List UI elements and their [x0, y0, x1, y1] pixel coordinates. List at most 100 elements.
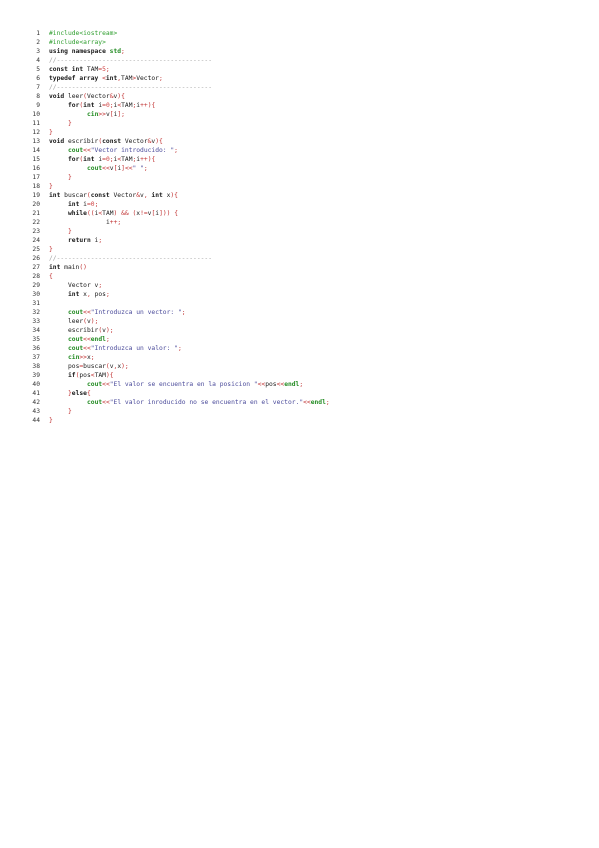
code-token: ; — [94, 201, 99, 208]
code-token: //--------------------------------------… — [49, 57, 213, 64]
code-token: escribir — [67, 138, 99, 145]
line-number: 8 — [36, 93, 40, 100]
code-token: << — [102, 399, 110, 406]
line-number: 43 — [32, 408, 40, 415]
line-number: 11 — [32, 120, 40, 127]
code-token: TAM — [121, 75, 133, 82]
code-token: typedef array — [49, 75, 103, 82]
code-token: cout — [68, 336, 84, 343]
code-token: "El valor inroducido no se encuentra en … — [109, 399, 304, 406]
code-token: << — [83, 345, 91, 352]
code-token: int — [68, 201, 84, 208]
code-token: pos — [265, 381, 277, 388]
line-number: 16 — [32, 165, 40, 172]
code-text: #include<iostream> — [49, 29, 117, 38]
line-number: 27 — [32, 264, 40, 271]
code-token: const — [102, 138, 125, 145]
code-line: 34 escribir(v); — [30, 326, 590, 335]
code-text: //--------------------------------------… — [49, 56, 212, 65]
code-token: << — [102, 381, 110, 388]
code-text: void escribir(const Vector&v){ — [49, 137, 163, 146]
line-number: 17 — [32, 174, 40, 181]
code-line: 31 — [30, 299, 590, 308]
line-number: 7 — [36, 84, 40, 91]
code-token: "El valor se encuentra en la posicion " — [109, 381, 258, 388]
code-token: Vector — [124, 138, 148, 145]
line-number: 1 — [36, 30, 40, 37]
code-line: 27 int main() — [30, 263, 590, 272]
code-token: << — [102, 165, 110, 172]
line-number: 14 — [32, 147, 40, 154]
code-token: ++ — [140, 156, 148, 163]
code-token: TAM — [94, 372, 106, 379]
code-text: cin>>v[i]; — [87, 110, 125, 119]
line-number: 21 — [32, 210, 40, 217]
code-text: const int TAM=5; — [49, 65, 110, 74]
code-line: 26 //------------------------------------… — [30, 254, 590, 263]
line-number: 4 — [36, 57, 40, 64]
code-text: int i=0; — [68, 200, 98, 209]
code-line: 35 cout<<endl; — [30, 335, 590, 344]
code-token: ; — [121, 48, 125, 55]
code-text: leer(v); — [68, 317, 98, 326]
code-text: pos=buscar(v,x); — [68, 362, 129, 371]
code-line: 11} — [30, 119, 590, 128]
code-text: void leer(Vector&v){ — [49, 92, 125, 101]
line-number: 25 — [32, 246, 40, 253]
code-token: else — [71, 390, 87, 397]
code-token: , — [86, 291, 95, 298]
code-token: () — [79, 264, 87, 271]
code-text: cout<<"Vector introducido: "; — [68, 146, 178, 155]
code-token: ++; — [109, 219, 122, 226]
code-line: 19 int buscar(const Vector&v, int x){ — [30, 191, 590, 200]
code-token: cout — [68, 147, 84, 154]
code-line: 43} — [30, 407, 590, 416]
code-token: std — [109, 48, 122, 55]
code-token: << — [303, 399, 311, 406]
line-number: 2 — [36, 39, 40, 46]
code-line: 21 while((i<TAM) && (x!=v[i])) { — [30, 209, 590, 218]
code-token: if — [68, 372, 76, 379]
code-token: #include<array> — [49, 39, 106, 46]
code-line: 22 i++; — [30, 218, 590, 227]
line-number: 35 — [32, 336, 40, 343]
code-line: 9 for(int i=0;i<TAM;i++){ — [30, 101, 590, 110]
code-line: 17} — [30, 173, 590, 182]
line-number: 28 — [32, 273, 40, 280]
code-token: } — [49, 417, 53, 424]
code-token: buscar — [64, 192, 87, 199]
code-text: int x, pos; — [68, 290, 110, 299]
code-token: << — [83, 147, 91, 154]
line-number: 34 — [32, 327, 40, 334]
code-token: ++ — [140, 102, 148, 109]
code-line: 29 Vector v; — [30, 281, 590, 290]
code-line: 7 //-------------------------------------… — [30, 83, 590, 92]
code-token: { — [151, 156, 156, 163]
code-line: 40 cout<<"El valor se encuentra en la pos… — [30, 380, 590, 389]
code-token: pos — [94, 291, 106, 298]
code-line: 42 cout<<"El valor inroducido no se encue… — [30, 398, 590, 407]
line-number: 38 — [32, 363, 40, 370]
line-number: 33 — [32, 318, 40, 325]
code-line: 24 return i; — [30, 236, 590, 245]
code-token: escribir — [68, 327, 99, 334]
line-number: 30 — [32, 291, 40, 298]
code-token: { — [174, 192, 178, 199]
code-token: } — [49, 246, 53, 253]
line-number: 15 — [32, 156, 40, 163]
code-token: ; — [174, 147, 178, 154]
code-token: ])) { — [159, 210, 179, 217]
code-token: TAM — [121, 156, 133, 163]
code-text: cin>>x; — [68, 353, 95, 362]
code-text: cout<<v[i]<<" "; — [87, 164, 148, 173]
code-token: //--------------------------------------… — [49, 255, 213, 262]
line-number: 39 — [32, 372, 40, 379]
code-line: 30 int x, pos; — [30, 290, 590, 299]
code-token: #include<iostream> — [49, 30, 118, 37]
code-line: 6 typedef array <int,TAM>Vector; — [30, 74, 590, 83]
code-token: TAM — [121, 102, 133, 109]
code-token: ; — [181, 309, 186, 316]
code-token: //--------------------------------------… — [49, 84, 213, 91]
code-line: 2 #include<array> — [30, 38, 590, 47]
code-token: cin — [68, 354, 80, 361]
